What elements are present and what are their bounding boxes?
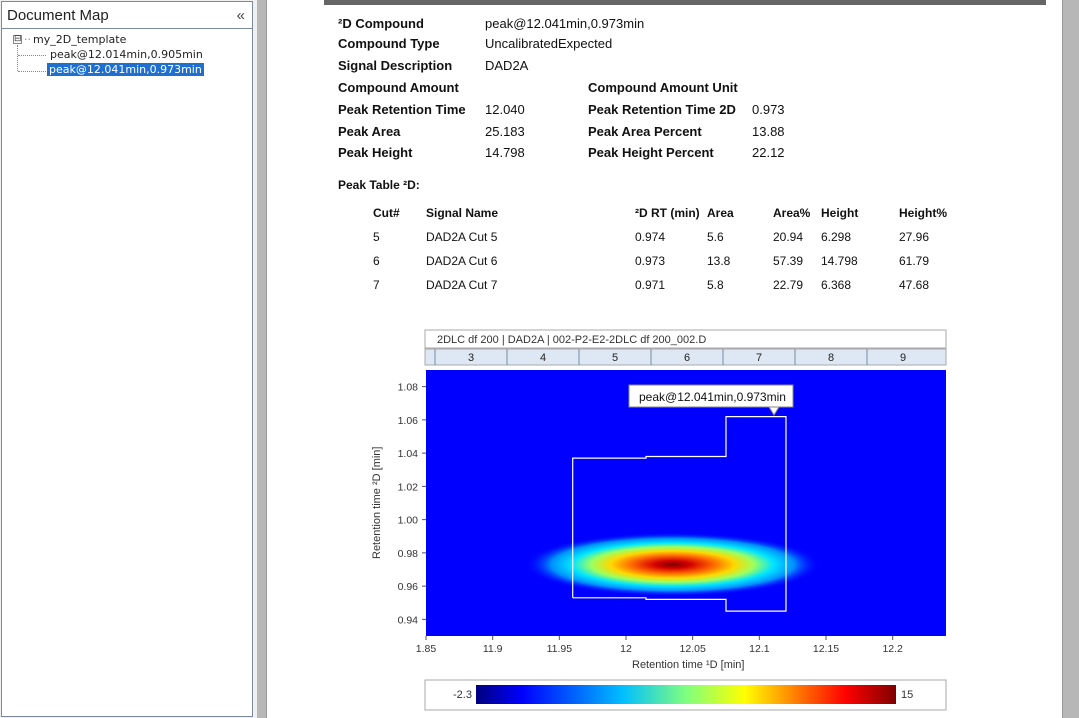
y-tick-label: 1.04 [398,448,419,460]
cut-label: 9 [900,352,906,364]
x-tick-label: 12.05 [680,643,706,655]
tree-expand-toggle-icon[interactable]: ⊟ [13,35,22,44]
report-viewer[interactable]: ²D Compound peak@12.041min,0.973min Comp… [257,0,1079,718]
y-axis-label: Retention time ²D [min] [371,447,383,559]
tree-root-label[interactable]: my_2D_template [33,33,126,46]
y-tick-label: 0.98 [398,548,419,560]
cut-label: 5 [612,352,618,364]
x-tick-label: 12 [620,643,632,655]
document-map-header: Document Map « [2,2,252,29]
x-tick-label: 11.9 [483,643,503,655]
y-axis: 0.94 0.96 0.98 1.00 1.02 1.04 1.06 1.08 [398,382,426,626]
chart-title: 2DLC df 200 | DAD2A | 002-P2-E2-2DLC df … [437,334,706,346]
x-axis-label: Retention time ¹D [min] [632,659,744,671]
cut-label: 6 [684,352,690,364]
contour-plot: 2DLC df 200 | DAD2A | 002-P2-E2-2DLC df … [371,329,947,711]
tree-root[interactable]: ⊟ ·· my_2D_template [13,33,126,46]
x-axis: 1.85 11.9 11.95 12 12.05 12.1 12.15 12.2 [416,636,903,655]
colorbar [476,685,896,704]
report-page: ²D Compound peak@12.041min,0.973min Comp… [266,0,1063,718]
y-tick-label: 0.96 [398,581,419,593]
y-tick-label: 0.94 [398,614,419,626]
tree-item-peak-2-selected[interactable]: peak@12.041min,0.973min [47,63,204,76]
x-tick-label: 12.1 [749,643,770,655]
x-tick-label: 11.95 [547,643,573,655]
y-tick-label: 1.06 [398,415,419,427]
collapse-panel-icon[interactable]: « [237,7,246,24]
y-tick-label: 1.08 [398,382,419,394]
cut-label: 7 [756,352,762,364]
colorbar-min: -2.3 [453,689,472,701]
document-map-panel: Document Map « ⊟ ·· my_2D_template peak@… [1,1,253,717]
peak-callout-label: peak@12.041min,0.973min [639,390,786,404]
x-tick-label: 12.2 [882,643,903,655]
x-tick-label: 12.15 [813,643,839,655]
y-tick-label: 1.00 [398,515,419,527]
colorbar-max: 15 [901,689,913,701]
tree-line [18,55,46,56]
y-tick-label: 1.02 [398,481,419,493]
x-tick-label: 1.85 [416,643,437,655]
document-map-title: Document Map [7,6,109,24]
tree-line [17,45,18,71]
cut-label: 8 [828,352,834,364]
application-window: Document Map « ⊟ ·· my_2D_template peak@… [0,0,1079,718]
cut-label: 3 [468,352,474,364]
tree-connector-icon: ·· [24,33,31,46]
tree-item-peak-1[interactable]: peak@12.014min,0.905min [48,48,205,61]
tree-line [18,71,46,72]
cut-label: 4 [540,352,546,364]
heatmap-peak-spot [524,532,821,597]
